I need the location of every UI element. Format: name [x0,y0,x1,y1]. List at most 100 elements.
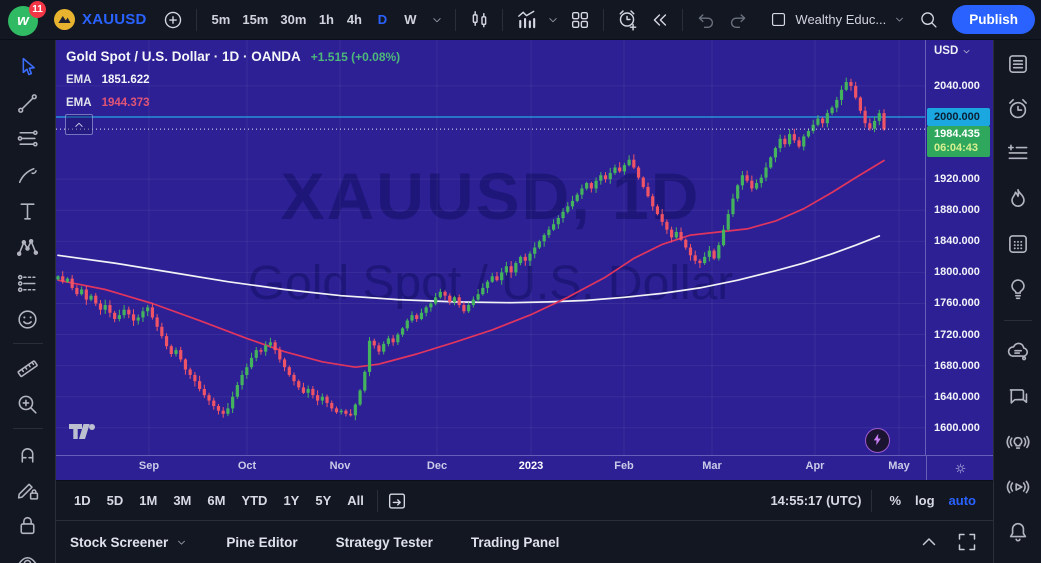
range-all[interactable]: All [339,488,372,514]
emoji-icon [15,307,40,332]
tab-label: Trading Panel [470,534,560,550]
publish-button[interactable]: Publish [952,5,1035,34]
candle-style-button[interactable] [465,6,493,34]
zoom-in-icon [15,392,40,417]
timeframe-1h[interactable]: 1h [312,6,340,34]
bottom-panel-bar: Stock Screener Pine Editor Strategy Test… [56,520,993,563]
indicators-menu-button[interactable] [544,9,562,31]
tradingview-watermark-logo[interactable] [68,422,102,441]
xabcd-pattern-tool[interactable] [9,229,47,265]
range-6m[interactable]: 6M [199,488,233,514]
last-price-badge: 1984.435 06:04:43 [927,126,990,158]
ideas-icon [1005,276,1031,302]
toolbar-divider [12,343,43,344]
indicator-value: 1851.622 [101,74,150,86]
range-ytd[interactable]: YTD [233,488,275,514]
chart-pane[interactable]: XAUUSD, 1D Gold Spot / U.S. Dollar Gold … [56,40,925,455]
timeframe-5m[interactable]: 5m [206,6,237,34]
chat-icon [1005,384,1031,410]
user-menu-button[interactable]: w 11 [8,0,46,37]
symbol-title[interactable]: Gold Spot / U.S. Dollar · 1D · OANDA [66,48,301,65]
range-1m[interactable]: 1M [131,488,165,514]
date-range-group: 1D 5D 1M 3M 6M YTD 1Y 5Y All [66,488,372,514]
minds-icon [1005,339,1031,365]
bar-countdown: 06:04:43 [934,142,979,155]
log-scale-button[interactable]: log [908,488,942,514]
calendar-icon [1005,231,1031,257]
range-5y[interactable]: 5Y [307,488,339,514]
range-1d[interactable]: 1D [66,488,99,514]
edit-lock-tool[interactable] [9,471,47,507]
zoom-in-tool[interactable] [9,386,47,422]
magnet-tool[interactable] [9,435,47,471]
timeframe-30m[interactable]: 30m [274,6,312,34]
chevron-down-icon [546,13,560,27]
indicator-name: EMA [66,97,92,109]
collapse-legend-chip[interactable] [65,114,93,135]
expand-panel-button[interactable] [917,530,941,554]
range-5d[interactable]: 5D [99,488,132,514]
sidebar-chat-button[interactable] [1003,383,1033,410]
stock-screener-tab[interactable]: Stock Screener [70,535,188,550]
sidebar-notifications-button[interactable] [1003,518,1033,545]
fullscreen-button[interactable] [955,530,979,554]
text-tool[interactable] [9,193,47,229]
sidebar-watchlist-button[interactable] [1003,50,1033,77]
sidebar-ideas-button[interactable] [1003,275,1033,302]
oanda-exchange-icon [54,9,75,30]
undo-button[interactable] [692,6,720,34]
timeframe-w[interactable]: W [396,6,424,34]
redo-button[interactable] [724,6,752,34]
sidebar-notes-button[interactable] [1003,140,1033,167]
indicators-button[interactable] [512,6,540,34]
alert-price-badge[interactable]: 2000.000 [927,108,990,126]
trading-panel-tab[interactable]: Trading Panel [471,535,560,550]
bar-replay-button[interactable] [645,6,673,34]
time-label-feb: Feb [614,460,634,472]
range-1y[interactable]: 1Y [275,488,307,514]
percent-scale-button[interactable]: % [882,488,908,514]
pine-editor-tab[interactable]: Pine Editor [226,535,297,550]
sidebar-hotlists-button[interactable] [1003,185,1033,212]
strategy-tester-tab[interactable]: Strategy Tester [336,535,433,550]
indicator-row[interactable]: EMA 1851.622 [66,72,400,89]
tradingview-app: w 11 XAUUSD 5m 15m 30m 1h 4h D W Wealthy Educ.… [0,0,1041,563]
indicator-name: EMA [66,74,92,86]
axis-settings-corner[interactable] [926,456,993,480]
brush-tool[interactable] [9,157,47,193]
quick-search-button[interactable] [914,6,942,34]
lock-tool[interactable] [9,507,47,543]
price-axis[interactable]: USD 2000.000 1984.435 06:04:43 2040.000 1… [925,40,993,455]
indicator-row[interactable]: EMA 1944.373 [66,95,400,112]
templates-button[interactable] [566,6,594,34]
time-axis[interactable]: Sep Oct Nov Dec 2023 Feb Mar Apr May [56,455,993,480]
symbol-search-button[interactable]: XAUUSD [46,6,155,33]
instant-trading-button[interactable] [865,428,890,453]
auto-scale-button[interactable]: auto [942,488,983,514]
ruler-tool[interactable] [9,350,47,386]
eye-tool[interactable] [9,543,47,563]
timeframe-4h[interactable]: 4h [340,6,368,34]
trend-line-tool[interactable] [9,85,47,121]
timeframe-menu-button[interactable] [428,9,446,31]
sidebar-calendar-button[interactable] [1003,230,1033,257]
sidebar-minds-button[interactable] [1003,338,1033,365]
emoji-tool[interactable] [9,301,47,337]
timeframe-15m[interactable]: 15m [236,6,274,34]
sidebar-streams-button[interactable] [1003,473,1033,500]
add-symbol-button[interactable] [159,6,187,34]
range-3m[interactable]: 3M [165,488,199,514]
fib-retracement-tool[interactable] [9,121,47,157]
layout-menu-button[interactable]: Wealthy Educ... [765,10,910,29]
forecast-tool[interactable] [9,265,47,301]
sidebar-alerts-button[interactable] [1003,95,1033,122]
notification-count-badge: 11 [29,0,46,18]
alert-button[interactable] [613,6,641,34]
go-to-date-button[interactable] [383,487,411,515]
cursor-tool[interactable] [9,49,47,85]
currency-selector[interactable]: USD [926,45,993,57]
timeframe-d[interactable]: D [368,6,396,34]
layout-square-icon [769,10,788,29]
clock-utc[interactable]: 14:55:17 (UTC) [770,493,861,508]
sidebar-streams-ideas-button[interactable] [1003,428,1033,455]
